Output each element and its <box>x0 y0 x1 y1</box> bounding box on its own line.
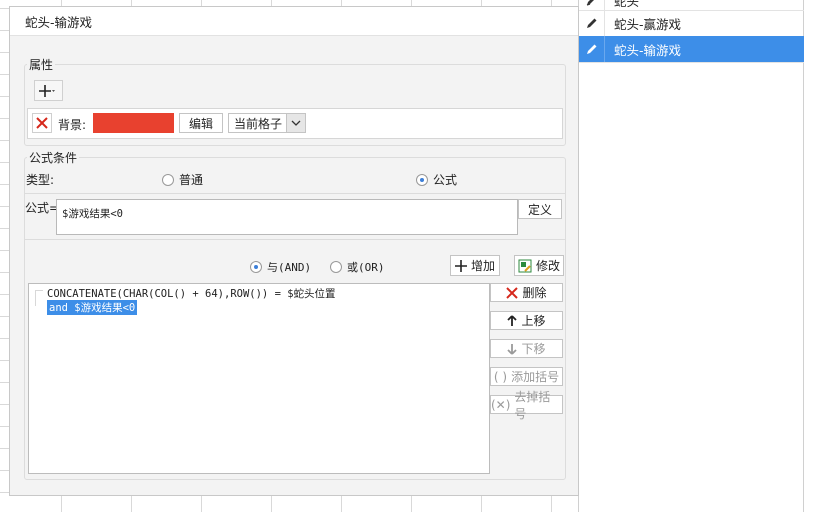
scope-select[interactable]: 当前格子 <box>228 113 306 133</box>
attributes-section-label: 属性 <box>27 56 56 73</box>
condition-item[interactable]: CONCATENATE(CHAR(COL() + 64),ROW()) = $蛇… <box>47 286 336 301</box>
side-item-label: 蛇头-赢游戏 <box>614 16 682 32</box>
side-item-snake-head-win[interactable]: 蛇头-赢游戏 <box>579 10 804 36</box>
scope-value: 当前格子 <box>234 116 283 131</box>
remove-bracket-button[interactable]: (✕) 去掉括号 <box>490 390 563 421</box>
add-condition-label: 增加 <box>470 259 495 273</box>
plus-icon <box>38 84 55 97</box>
chevron-down-icon[interactable] <box>286 114 305 132</box>
divider <box>24 239 566 240</box>
move-up-label: 上移 <box>521 314 546 328</box>
side-item-label: 蛇头 <box>614 0 640 9</box>
dialog-title: 蛇头-输游戏 <box>10 7 578 36</box>
side-item-snake-head-lose[interactable]: 蛇头-输游戏 <box>579 36 804 62</box>
formula-condition-section-label: 公式条件 <box>27 149 80 166</box>
and-radio[interactable]: 与(AND) <box>250 259 311 275</box>
add-attribute-button[interactable] <box>34 80 63 101</box>
type-formula-label: 公式 <box>433 173 458 187</box>
or-label: 或(OR) <box>347 261 385 274</box>
move-up-button[interactable]: 上移 <box>490 311 563 330</box>
divider <box>24 193 566 194</box>
condition-list[interactable]: CONCATENATE(CHAR(COL() + 64),ROW()) = $蛇… <box>28 283 490 474</box>
delete-label: 删除 <box>522 286 547 300</box>
arrow-up-icon <box>507 314 518 326</box>
radio-indicator <box>416 173 428 186</box>
modify-condition-button[interactable]: 修改 <box>514 255 564 276</box>
define-button[interactable]: 定义 <box>518 199 562 219</box>
formula-label: 公式= <box>25 201 60 215</box>
plus-icon <box>454 259 467 272</box>
pencil-icon <box>579 10 605 36</box>
pencil-icon <box>579 36 605 62</box>
modify-condition-label: 修改 <box>535 259 560 273</box>
move-down-button[interactable]: 下移 <box>490 339 563 358</box>
remove-bracket-label: 去掉括号 <box>514 389 551 421</box>
delete-button[interactable]: 删除 <box>490 283 563 302</box>
radio-indicator <box>162 173 174 186</box>
background-label: 背景: <box>58 118 87 132</box>
and-label: 与(AND) <box>267 261 312 274</box>
side-item-label: 蛇头-输游戏 <box>614 42 682 58</box>
radio-indicator <box>250 261 262 273</box>
edit-button[interactable]: 编辑 <box>179 113 223 133</box>
move-down-label: 下移 <box>521 342 546 356</box>
add-bracket-label: 添加括号 <box>511 370 560 384</box>
modify-icon <box>518 259 532 272</box>
brackets-icon: ( ) <box>493 369 508 384</box>
type-label: 类型: <box>26 173 55 187</box>
arrow-down-icon <box>507 343 518 355</box>
tree-guide <box>35 290 43 306</box>
type-normal-label: 普通 <box>179 173 204 187</box>
add-bracket-button[interactable]: ( ) 添加括号 <box>490 367 563 386</box>
background-color-swatch[interactable] <box>93 113 174 133</box>
divider <box>579 62 804 63</box>
or-radio[interactable]: 或(OR) <box>330 259 385 275</box>
type-formula-radio[interactable]: 公式 <box>416 171 457 188</box>
add-condition-button[interactable]: 增加 <box>450 255 500 276</box>
condition-dialog: 蛇头-输游戏 属性 背景: 编辑 当前格子 公式条件 类型: 普通 公式 公式=… <box>9 6 579 496</box>
remove-attribute-button[interactable] <box>32 113 52 133</box>
formula-input[interactable]: $游戏结果<0 <box>56 199 518 235</box>
close-icon <box>36 117 48 129</box>
radio-indicator <box>330 261 342 273</box>
condition-item-selected[interactable]: and $游戏结果<0 <box>47 300 138 315</box>
type-normal-radio[interactable]: 普通 <box>162 171 203 188</box>
condition-list-panel: 蛇头 蛇头-赢游戏 蛇头-输游戏 <box>578 0 804 512</box>
remove-brackets-icon: (✕) <box>491 397 511 412</box>
close-icon <box>506 286 519 299</box>
